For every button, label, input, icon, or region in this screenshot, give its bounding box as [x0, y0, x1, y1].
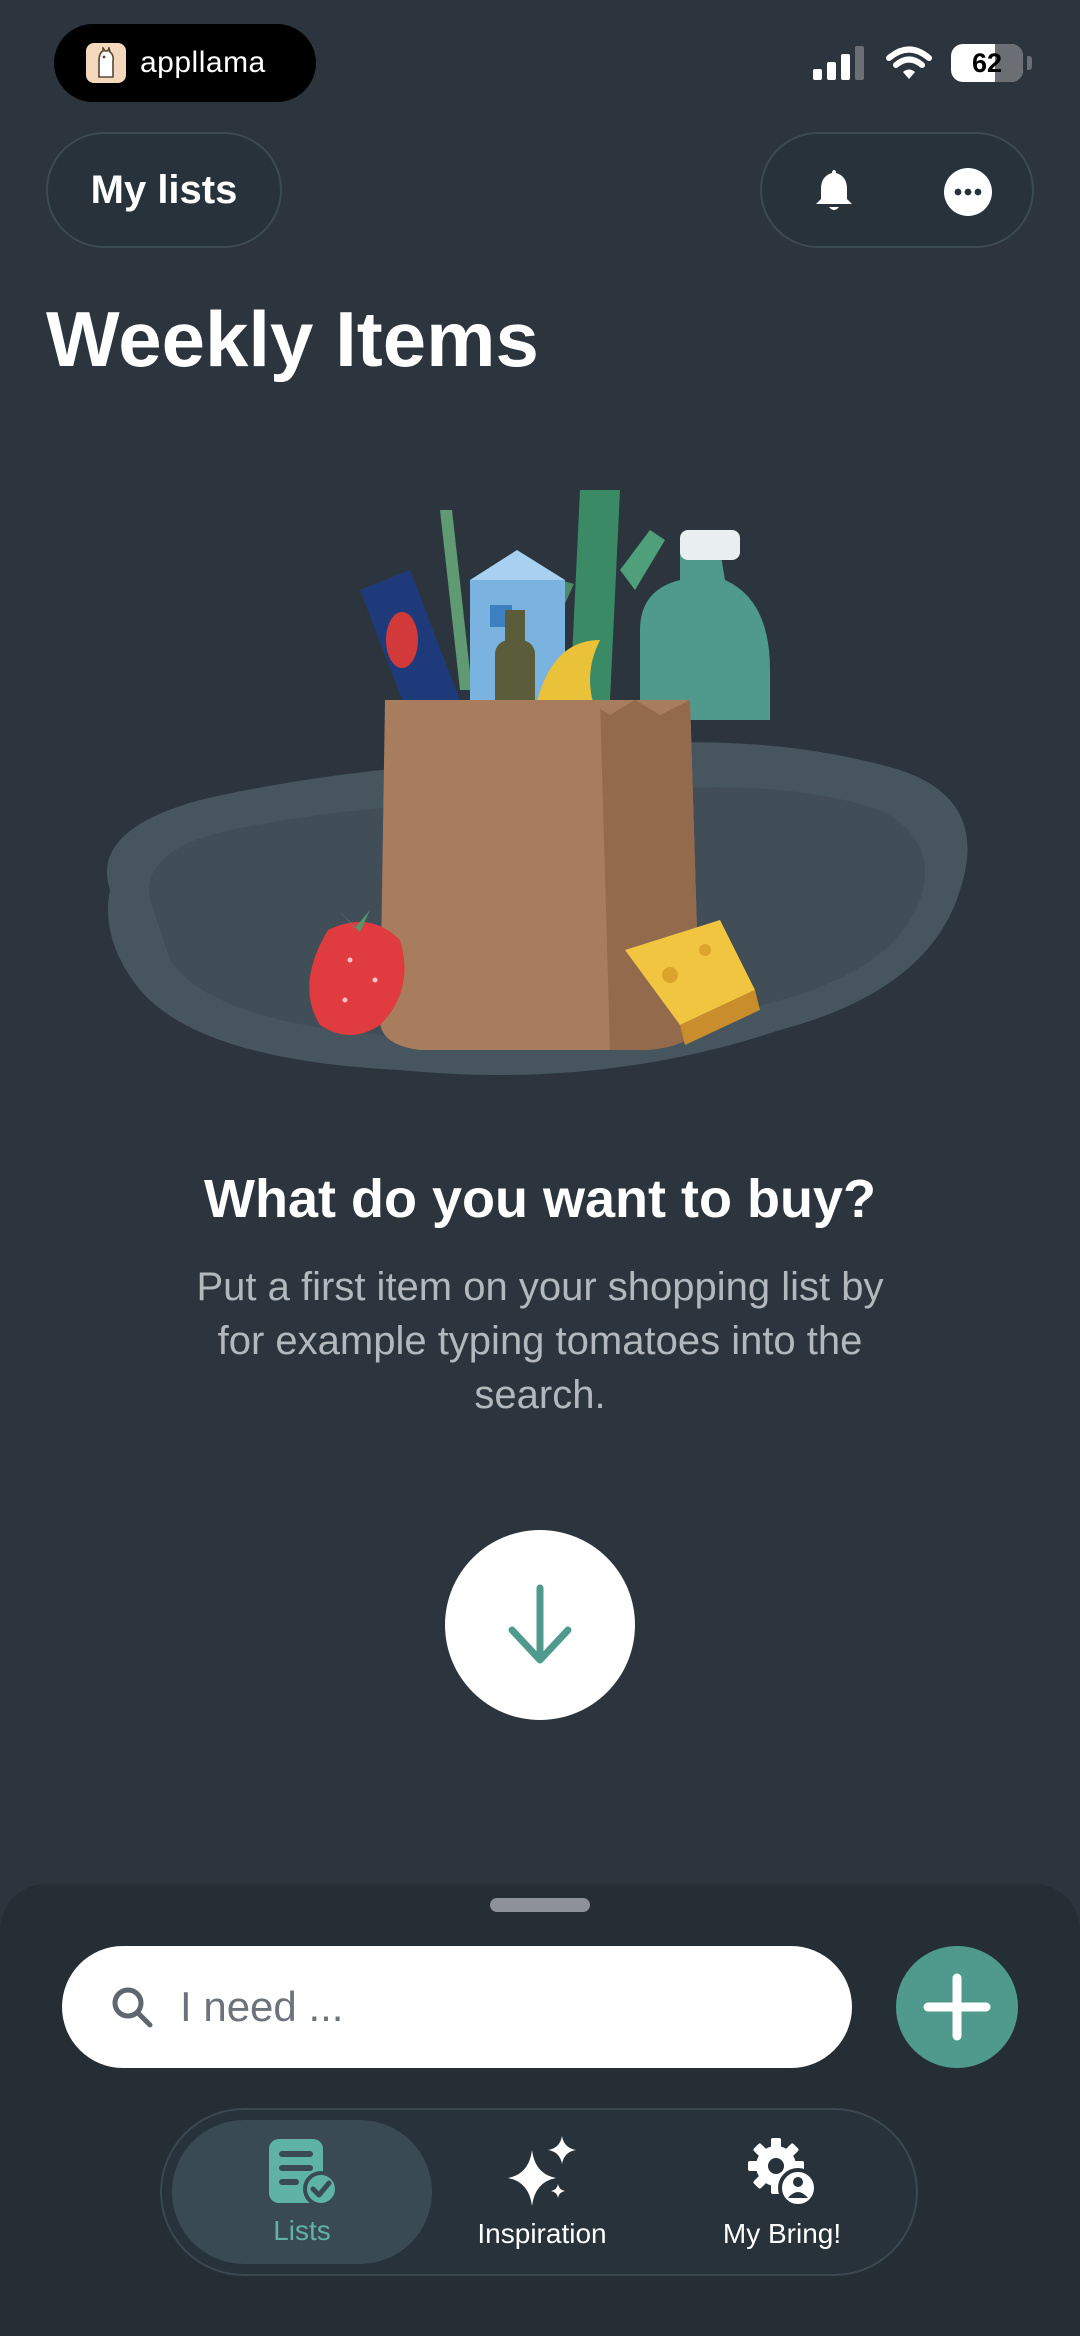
page-title: Weekly Items — [46, 295, 539, 383]
empty-state-description: Put a first item on your shopping list b… — [196, 1265, 884, 1417]
my-lists-button[interactable]: My lists — [46, 132, 282, 248]
tab-bar: Lists Inspiration My Bring! — [160, 2108, 918, 2276]
tab-my-bring[interactable]: My Bring! — [662, 2120, 902, 2264]
more-options-icon[interactable] — [944, 168, 992, 216]
tab-lists-label: Lists — [273, 2215, 331, 2246]
empty-state-title: What do you want to buy? — [204, 1169, 876, 1229]
app-badge: appllama — [54, 24, 316, 102]
battery-tip — [1027, 56, 1032, 70]
plus-icon — [923, 1973, 991, 2041]
search-icon — [112, 1987, 153, 2028]
status-icons: 62 — [811, 44, 1032, 82]
sheet-grabber[interactable] — [490, 1898, 590, 1912]
bottom-sheet: Lists Inspiration — [0, 1884, 1080, 2336]
sparkles-icon — [508, 2136, 576, 2206]
llama-logo-icon — [86, 43, 126, 83]
search-field[interactable] — [62, 1946, 852, 2068]
list-check-icon — [269, 2139, 339, 2207]
tab-my-bring-label: My Bring! — [722, 2218, 842, 2249]
wifi-icon — [886, 46, 932, 79]
add-item-button[interactable] — [896, 1946, 1018, 2068]
gear-user-icon — [748, 2138, 818, 2208]
grocery-bag-illustration — [106, 490, 968, 1075]
header-actions — [760, 132, 1034, 248]
tab-lists[interactable]: Lists — [172, 2120, 432, 2264]
scroll-down-arrow-icon[interactable] — [445, 1530, 635, 1720]
app-badge-label: appllama — [140, 46, 266, 79]
notifications-bell-icon[interactable] — [804, 160, 864, 220]
search-input[interactable] — [178, 1982, 802, 2032]
screen: appllama 62 My lists Weekly Items What d… — [0, 0, 1080, 2336]
tab-inspiration[interactable]: Inspiration — [432, 2120, 652, 2264]
signal-icon — [813, 46, 864, 80]
battery-indicator: 62 — [951, 44, 1023, 82]
tab-inspiration-label: Inspiration — [477, 2218, 607, 2249]
battery-level: 62 — [971, 47, 1003, 78]
